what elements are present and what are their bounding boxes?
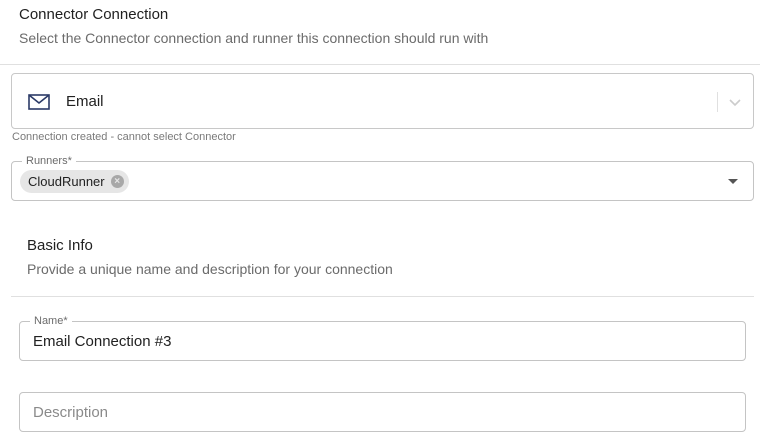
chip-remove-icon[interactable]: ×	[110, 175, 124, 188]
name-label: Name*	[30, 314, 72, 328]
runner-chip: CloudRunner ×	[20, 170, 129, 193]
connector-section-title: Connector Connection	[19, 6, 169, 23]
connection-form: Connector Connection Select the Connecto…	[0, 0, 760, 440]
description-input[interactable]	[33, 404, 723, 421]
runner-chip-label: CloudRunner	[28, 174, 105, 189]
name-field[interactable]: Name* Email Connection #3	[19, 314, 746, 361]
basic-info-description: Provide a unique name and description fo…	[27, 261, 393, 277]
divider	[11, 296, 754, 297]
divider	[0, 64, 760, 65]
name-input[interactable]: Email Connection #3	[33, 333, 723, 350]
mail-icon	[28, 94, 50, 110]
runners-select[interactable]: Runners* CloudRunner ×	[11, 154, 754, 201]
connector-select[interactable]: Email	[11, 73, 754, 129]
basic-info-title: Basic Info	[27, 237, 93, 254]
connector-section-description: Select the Connector connection and runn…	[19, 30, 489, 46]
runners-label: Runners*	[22, 154, 76, 168]
connector-value: Email	[66, 93, 104, 110]
description-field[interactable]	[19, 392, 746, 432]
connector-helper-text: Connection created - cannot select Conne…	[12, 131, 236, 143]
dropdown-arrow-icon[interactable]	[728, 179, 738, 184]
select-separator	[717, 92, 718, 112]
chevron-down-icon[interactable]	[727, 94, 743, 110]
